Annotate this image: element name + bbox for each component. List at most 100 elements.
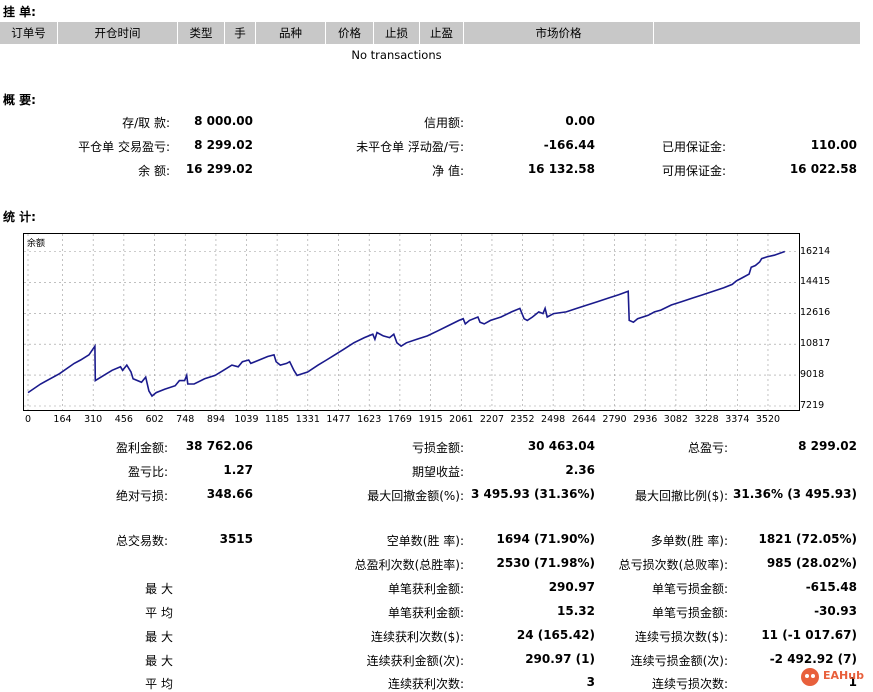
max-consec-profit-value: 290.97 (1) <box>525 652 595 666</box>
max-drawdown-label: 最大回撤金额(%): <box>367 489 464 503</box>
col-type[interactable]: 类型 <box>178 22 225 44</box>
x-tick-label: 0 <box>24 414 32 425</box>
avg-profit-label: 单笔获利金额: <box>387 606 464 620</box>
short-trades-label: 空单数(胜 率): <box>386 534 464 548</box>
x-tick-label: 2644 <box>571 414 596 425</box>
col-price[interactable]: 价格 <box>326 22 374 44</box>
x-tick-label: 2936 <box>633 414 658 425</box>
eahub-watermark: EAHub <box>800 666 866 688</box>
margin-label: 已用保证金: <box>661 140 726 154</box>
equity-label: 净 值: <box>432 164 464 178</box>
largest-profit-value: 290.97 <box>548 580 595 594</box>
x-tick-label: 2207 <box>479 414 505 425</box>
col-lots[interactable]: 手 <box>225 22 256 44</box>
floating-pl-value: -166.44 <box>543 138 595 152</box>
y-tick-label: 14415 <box>800 276 831 288</box>
profit-trades-label: 总盈利次数(总胜率): <box>354 558 464 572</box>
y-tick-label: 9018 <box>800 369 825 381</box>
max-consec-loss-label: 连续亏损金额(次): <box>630 654 728 668</box>
expected-payoff-label: 期望收益: <box>411 465 464 479</box>
equity-value: 16 132.58 <box>527 162 595 176</box>
max-label: 最 大 <box>145 630 173 644</box>
eahub-watermark-text: EAHub <box>823 669 864 682</box>
x-tick-label: 1915 <box>418 414 443 425</box>
max-consec-losses-label: 连续亏损次数($): <box>634 630 728 644</box>
x-tick-label: 3520 <box>755 414 781 425</box>
avg-consec-losses-label: 连续亏损次数: <box>651 677 728 691</box>
largest-profit-label: 单笔获利金额: <box>387 582 464 596</box>
max-drawdown-value: 3 495.93 (31.36%) <box>471 487 595 501</box>
chart-grid <box>24 234 799 410</box>
x-tick-label: 748 <box>176 414 195 425</box>
col-market-price[interactable]: 市场价格 <box>464 22 654 44</box>
free-margin-value: 16 022.58 <box>789 162 857 176</box>
max-consec-loss-value: -2 492.92 (7) <box>769 652 857 666</box>
max-consec-wins-label: 连续获利次数($): <box>370 630 464 644</box>
x-tick-label: 1769 <box>387 414 412 425</box>
col-stop-loss[interactable]: 止损 <box>374 22 420 44</box>
max-consec-profit-label: 连续获利金额(次): <box>366 654 464 668</box>
long-trades-value: 1821 (72.05%) <box>758 532 857 546</box>
x-tick-label: 894 <box>206 414 226 425</box>
balance-chart-svg <box>24 234 799 410</box>
deposit-value: 8 000.00 <box>194 114 253 128</box>
x-tick-label: 2061 <box>449 414 474 425</box>
total-trades-label: 总交易数: <box>115 534 168 548</box>
deposit-label: 存/取 款: <box>122 116 170 130</box>
x-tick-label: 2790 <box>602 414 627 425</box>
expected-payoff-value: 2.36 <box>565 463 595 477</box>
y-tick-label: 7219 <box>800 400 825 411</box>
profit-factor-label: 盈亏比: <box>127 465 168 479</box>
total-pl-label: 总盈亏: <box>687 441 728 455</box>
credit-value: 0.00 <box>565 114 595 128</box>
max-consec-losses-value: 11 (-1 017.67) <box>761 628 857 642</box>
max-consec-wins-value: 24 (165.42) <box>516 628 595 642</box>
largest-loss-label: 单笔亏损金额: <box>651 582 728 596</box>
abs-drawdown-label: 绝对亏损: <box>115 489 168 503</box>
x-tick-label: 1623 <box>357 414 382 425</box>
profit-factor-value: 1.27 <box>223 463 253 477</box>
orders-table-header: 订单号 开仓时间 类型 手 品种 价格 止损 止盈 市场价格 <box>0 22 860 44</box>
x-tick-label: 456 <box>114 414 133 425</box>
gross-loss-label: 亏损金额: <box>411 441 464 455</box>
abs-drawdown-value: 348.66 <box>206 487 253 501</box>
largest-loss-value: -615.48 <box>805 580 857 594</box>
eahub-logo-icon <box>801 668 819 686</box>
orders-section-title: 挂 单: <box>3 5 36 19</box>
credit-label: 信用额: <box>423 116 464 130</box>
chart-legend: 余额 <box>27 239 46 249</box>
col-empty <box>654 22 860 44</box>
x-tick-label: 1185 <box>265 414 290 425</box>
col-open-time[interactable]: 开仓时间 <box>58 22 178 44</box>
x-tick-label: 310 <box>84 414 103 425</box>
loss-trades-value: 985 (28.02%) <box>766 556 857 570</box>
stats-section-title: 统 计: <box>3 210 36 224</box>
avg-consec-wins-value: 3 <box>586 675 595 689</box>
gross-profit-value: 38 762.06 <box>185 439 253 453</box>
balance-value: 16 299.02 <box>185 162 253 176</box>
margin-value: 110.00 <box>810 138 857 152</box>
x-tick-label: 1477 <box>326 414 351 425</box>
gross-loss-value: 30 463.04 <box>527 439 595 453</box>
balance-label: 余 额: <box>138 164 170 178</box>
x-tick-label: 3082 <box>663 414 688 425</box>
summary-section-title: 概 要: <box>3 93 36 107</box>
col-take-profit[interactable]: 止盈 <box>420 22 464 44</box>
x-tick-label: 3228 <box>694 414 719 425</box>
x-tick-label: 1331 <box>295 414 320 425</box>
max-drawdown-pct-label: 最大回撤比例($): <box>634 489 728 503</box>
profit-trades-value: 2530 (71.98%) <box>496 556 595 570</box>
y-tick-label: 12616 <box>800 307 831 319</box>
average-label: 平 均 <box>145 606 173 620</box>
y-tick-label: 16214 <box>800 245 831 257</box>
closed-pl-value: 8 299.02 <box>194 138 253 152</box>
avg-consec-wins-label: 连续获利次数: <box>387 677 464 691</box>
col-order-id[interactable]: 订单号 <box>0 22 58 44</box>
y-tick-label: 10817 <box>800 338 831 350</box>
col-symbol[interactable]: 品种 <box>256 22 326 44</box>
avg-profit-value: 15.32 <box>557 604 595 618</box>
total-trades-value: 3515 <box>219 532 253 546</box>
total-pl-value: 8 299.02 <box>798 439 857 453</box>
closed-pl-label: 平仓单 交易盈亏: <box>78 140 170 154</box>
max2-label: 最 大 <box>145 654 173 668</box>
